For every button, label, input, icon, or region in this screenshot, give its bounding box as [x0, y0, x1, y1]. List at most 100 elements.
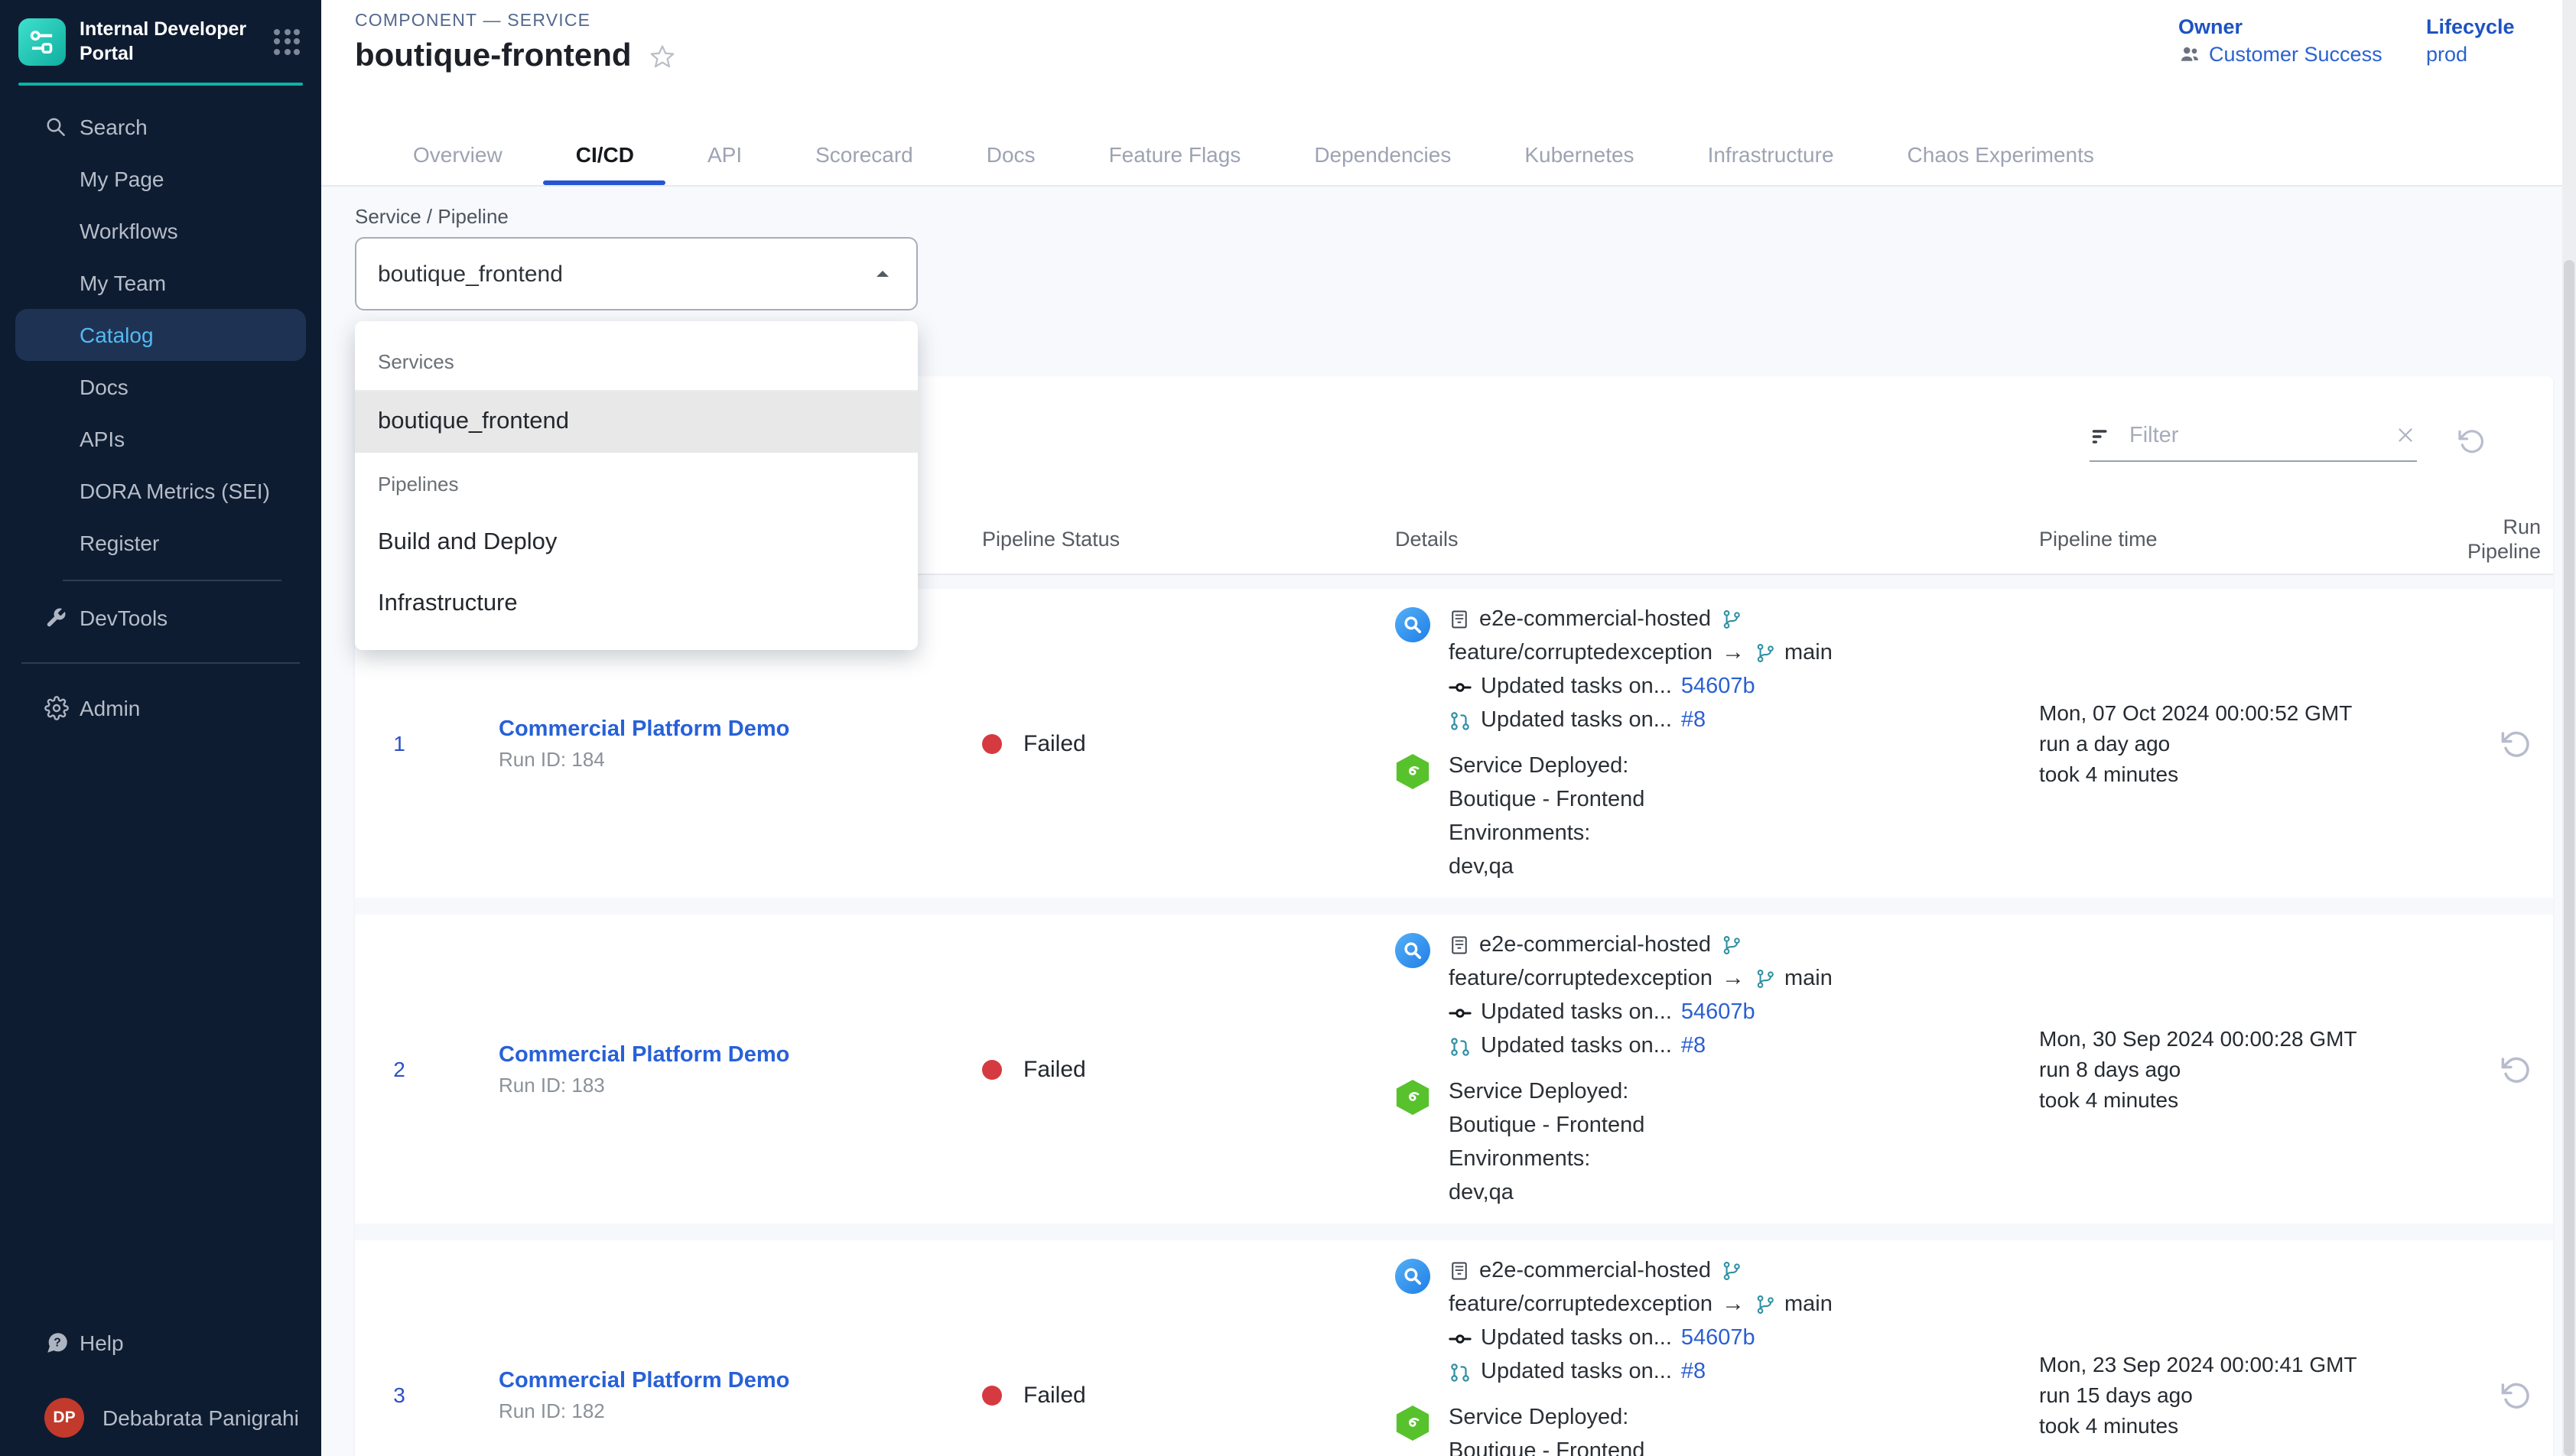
lifecycle-label: Lifecycle [2426, 14, 2515, 40]
run-pipeline-button[interactable] [2500, 1053, 2532, 1085]
sidebar-item-label: Admin [80, 696, 140, 720]
dropdown-option-infrastructure[interactable]: Infrastructure [355, 574, 918, 635]
sidebar-item-devtools[interactable]: DevTools [0, 592, 321, 644]
dropdown-option-build-and-deploy[interactable]: Build and Deploy [355, 512, 918, 574]
cd-stage-icon [1395, 1406, 1430, 1441]
pipeline-date: Mon, 07 Oct 2024 00:00:52 GMT [2039, 701, 2467, 724]
sidebar-item-workflows[interactable]: Workflows [0, 205, 321, 257]
search-icon [44, 115, 67, 138]
tab-kubernetes[interactable]: Kubernetes [1488, 124, 1670, 185]
status-label: Failed [1023, 1056, 1086, 1082]
commit-message: Updated tasks on... [1481, 999, 1672, 1026]
sidebar-item-search[interactable]: Search [0, 101, 321, 153]
filter-input[interactable] [2126, 422, 2380, 450]
row-separator [355, 1224, 2553, 1240]
deploy-title: Service Deployed: [1449, 1404, 1644, 1432]
tab-api[interactable]: API [671, 124, 779, 185]
sidebar-item-apis[interactable]: APIs [0, 413, 321, 465]
branch-to: main [1784, 1291, 1833, 1318]
pipeline-name-link[interactable]: Commercial Platform Demo [499, 1042, 982, 1067]
pipeline-select-label: Service / Pipeline [355, 205, 509, 228]
tab-chaos-experiments[interactable]: Chaos Experiments [1871, 124, 2131, 185]
sidebar-item-label: DevTools [80, 606, 168, 630]
ci-stage-icon [1395, 933, 1430, 968]
owner-block: Owner Customer Success [2178, 14, 2382, 67]
pipeline-name-link[interactable]: Commercial Platform Demo [499, 1368, 982, 1393]
repo-name: e2e-commercial-hosted [1479, 606, 1711, 633]
pipeline-select-value: boutique_frontend [378, 261, 870, 287]
brand-logo-icon [18, 18, 66, 65]
tab-infrastructure[interactable]: Infrastructure [1671, 124, 1871, 185]
cd-stage-icon [1395, 1080, 1430, 1115]
run-pipeline-button[interactable] [2500, 727, 2532, 759]
tab-overview[interactable]: Overview [376, 124, 539, 185]
commit-icon [1449, 675, 1472, 698]
sidebar-item-register[interactable]: Register [0, 517, 321, 569]
commit-link[interactable]: 54607b [1681, 673, 1755, 700]
table-row: 3 Commercial Platform Demo Run ID: 182 F… [355, 1240, 2553, 1456]
tab-dependencies[interactable]: Dependencies [1277, 124, 1488, 185]
pr-link[interactable]: #8 [1681, 1032, 1706, 1060]
deploy-service: Boutique - Frontend [1449, 1438, 1644, 1456]
filter-icon [2090, 424, 2113, 447]
sidebar-item-label: DORA Metrics (SEI) [80, 479, 270, 503]
branch-from: feature/corruptedexception [1449, 1291, 1712, 1318]
pr-message: Updated tasks on... [1481, 1358, 1672, 1386]
sidebar-item-dora-metrics[interactable]: DORA Metrics (SEI) [0, 465, 321, 517]
pr-link[interactable]: #8 [1681, 707, 1706, 734]
filter-bar [2090, 422, 2486, 462]
commit-link[interactable]: 54607b [1681, 999, 1755, 1026]
sidebar-item-my-team[interactable]: My Team [0, 257, 321, 309]
sidebar-item-catalog[interactable]: Catalog [15, 309, 306, 361]
tab-cicd[interactable]: CI/CD [539, 124, 671, 185]
sidebar-item-my-page[interactable]: My Page [0, 153, 321, 205]
pipeline-duration: took 4 minutes [2039, 762, 2467, 785]
column-header-run-pipeline: Run Pipeline [2467, 515, 2553, 564]
sidebar-item-label: Docs [80, 375, 128, 399]
branch-icon [1720, 609, 1742, 630]
branch-icon [1754, 968, 1775, 990]
arrow-icon: → [1722, 1291, 1745, 1318]
pipeline-ago: run 8 days ago [2039, 1058, 2467, 1081]
gear-icon [44, 696, 69, 720]
ci-stage-icon [1395, 607, 1430, 642]
clear-filter-icon[interactable] [2394, 424, 2417, 448]
user-menu[interactable]: DP Debabrata Panigrahi [0, 1392, 321, 1444]
refresh-icon[interactable] [2457, 427, 2486, 456]
help-button[interactable]: Help [0, 1315, 321, 1370]
branch-to: main [1784, 639, 1833, 667]
environments-value: dev,qa [1449, 853, 1644, 881]
pipeline-ago: run 15 days ago [2039, 1383, 2467, 1406]
scrollbar-thumb[interactable] [2564, 260, 2574, 1456]
deploy-title: Service Deployed: [1449, 1078, 1644, 1106]
sidebar-item-admin[interactable]: Admin [0, 682, 321, 734]
row-separator [355, 898, 2553, 915]
sidebar-item-docs[interactable]: Docs [0, 361, 321, 413]
vertical-scrollbar[interactable] [2562, 0, 2576, 1456]
pipeline-name-link[interactable]: Commercial Platform Demo [499, 717, 982, 741]
filter-field [2090, 422, 2417, 462]
commit-link[interactable]: 54607b [1681, 1324, 1755, 1352]
caret-up-icon [870, 262, 895, 286]
owner-link[interactable]: Customer Success [2209, 41, 2382, 67]
sidebar-divider [21, 662, 300, 664]
owner-label: Owner [2178, 14, 2382, 40]
help-icon [44, 1330, 70, 1356]
main-area: COMPONENT — SERVICE boutique-frontend Ow… [321, 0, 2576, 1456]
repo-icon [1449, 934, 1470, 956]
commit-icon [1449, 1001, 1472, 1024]
tab-feature-flags[interactable]: Feature Flags [1072, 124, 1278, 185]
dropdown-group-services: Services [355, 330, 918, 392]
tab-scorecard[interactable]: Scorecard [779, 124, 950, 185]
run-pipeline-button[interactable] [2500, 1379, 2532, 1411]
repo-icon [1449, 1260, 1470, 1282]
pr-link[interactable]: #8 [1681, 1358, 1706, 1386]
pipeline-select[interactable]: boutique_frontend [355, 237, 918, 310]
tab-docs[interactable]: Docs [950, 124, 1072, 185]
star-icon[interactable] [649, 43, 676, 70]
apps-grid-icon[interactable] [274, 28, 300, 54]
dropdown-option-boutique-frontend[interactable]: boutique_frontend [355, 392, 918, 453]
breadcrumb: COMPONENT — SERVICE [355, 12, 590, 31]
status-label: Failed [1023, 730, 1086, 756]
deploy-service: Boutique - Frontend [1449, 1112, 1644, 1139]
